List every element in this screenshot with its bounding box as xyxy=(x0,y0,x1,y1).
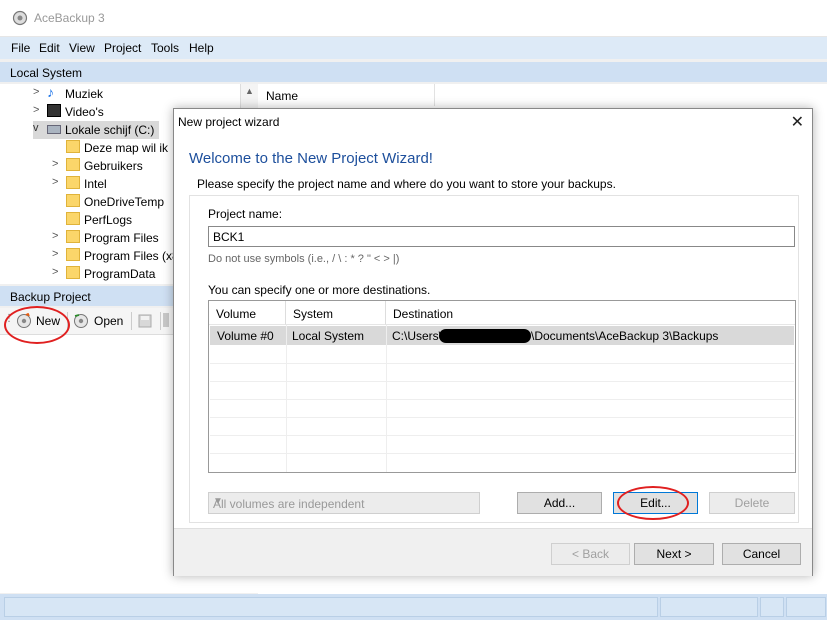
drive-icon xyxy=(47,125,61,134)
annotation-circle-new xyxy=(4,306,70,344)
destinations-table[interactable]: Volume System Destination Volume #0 Loca… xyxy=(208,300,796,473)
grid-line xyxy=(210,453,794,454)
chevron-right-icon[interactable]: > xyxy=(33,86,39,98)
row-volume: Volume #0 xyxy=(217,329,274,343)
tree-item-local-disk[interactable]: v Lokale schijf (C:) xyxy=(33,121,159,139)
chevron-down-icon[interactable]: v xyxy=(33,122,39,134)
menu-edit[interactable]: Edit xyxy=(39,41,60,55)
folder-icon xyxy=(66,248,80,261)
grid-line xyxy=(210,381,794,382)
status-panel xyxy=(786,597,826,617)
new-project-wizard-dialog: New project wizard ✕ Welcome to the New … xyxy=(173,108,813,576)
menu-file[interactable]: File xyxy=(11,41,30,55)
dialog-footer xyxy=(174,528,812,576)
column-header-system[interactable]: System xyxy=(286,301,386,325)
add-destination-button[interactable]: Add... xyxy=(517,492,602,514)
back-button[interactable]: < Back xyxy=(551,543,630,565)
destinations-label: You can specify one or more destinations… xyxy=(208,283,431,297)
dialog-title: New project wizard xyxy=(178,115,280,129)
scroll-up-icon[interactable]: ▲ xyxy=(245,86,254,96)
local-system-header: Local System xyxy=(0,62,827,82)
delete-destination-button[interactable]: Delete xyxy=(709,492,795,514)
folder-icon xyxy=(66,140,80,153)
status-panel xyxy=(660,597,758,617)
annotation-circle-edit xyxy=(617,486,689,520)
chevron-right-icon[interactable]: > xyxy=(52,248,58,260)
chevron-right-icon[interactable]: > xyxy=(52,266,58,278)
column-header-destination[interactable]: Destination xyxy=(386,301,795,325)
menu-tools[interactable]: Tools xyxy=(151,41,179,55)
table-row[interactable]: Volume #0 Local System C:\Users\ \Docume… xyxy=(210,326,794,345)
row-destination-end: \Documents\AceBackup 3\Backups xyxy=(531,329,719,343)
folder-icon xyxy=(66,230,80,243)
close-icon[interactable]: ✕ xyxy=(791,112,804,132)
column-divider xyxy=(434,84,435,106)
column-header-name[interactable]: Name xyxy=(266,89,298,103)
open-project-icon xyxy=(74,314,88,328)
menu-view[interactable]: View xyxy=(69,41,95,55)
column-header-volume[interactable]: Volume xyxy=(209,301,286,325)
status-panel xyxy=(760,597,784,617)
music-icon: ♪ xyxy=(47,84,54,100)
chevron-right-icon[interactable]: > xyxy=(52,230,58,242)
folder-icon xyxy=(66,266,80,279)
backup-project-title: Backup Project xyxy=(10,290,91,304)
app-icon xyxy=(12,10,28,26)
menu-bar: File Edit View Project Tools Help xyxy=(0,36,827,59)
next-button[interactable]: Next > xyxy=(634,543,714,565)
folder-icon xyxy=(66,176,80,189)
wizard-subtitle: Please specify the project name and wher… xyxy=(197,177,616,191)
row-destination-start: C:\Users\ xyxy=(392,329,443,343)
toolbar-separator xyxy=(131,312,132,330)
video-icon xyxy=(47,104,61,117)
status-bar xyxy=(0,594,827,620)
menu-help[interactable]: Help xyxy=(189,41,214,55)
redaction-mark xyxy=(439,329,531,343)
toolbar-more-button[interactable] xyxy=(163,311,173,331)
open-project-button[interactable]: Open xyxy=(71,311,127,331)
project-name-label: Project name: xyxy=(208,207,283,221)
chevron-right-icon[interactable]: > xyxy=(52,176,58,188)
chevron-down-icon: ▼ xyxy=(213,496,223,507)
folder-icon xyxy=(66,212,80,225)
grid-line xyxy=(210,417,794,418)
save-project-button[interactable] xyxy=(135,311,155,331)
wizard-heading: Welcome to the New Project Wizard! xyxy=(189,150,433,167)
project-name-hint: Do not use symbols (i.e., / \ : * ? " < … xyxy=(208,253,400,265)
grid-line xyxy=(210,399,794,400)
app-titlebar: AceBackup 3 xyxy=(0,0,827,36)
cancel-button[interactable]: Cancel xyxy=(722,543,801,565)
app-title: AceBackup 3 xyxy=(34,11,105,25)
grid-line xyxy=(210,363,794,364)
toolbar-separator xyxy=(160,312,161,330)
chevron-right-icon[interactable]: > xyxy=(52,158,58,170)
local-system-title: Local System xyxy=(10,66,83,80)
folder-icon xyxy=(66,194,80,207)
grid-line xyxy=(210,435,794,436)
chevron-right-icon[interactable]: > xyxy=(33,104,39,116)
folder-icon xyxy=(66,158,80,171)
volume-mode-select[interactable]: All volumes are independent ▼ xyxy=(208,492,480,514)
menu-project[interactable]: Project xyxy=(104,41,141,55)
save-icon xyxy=(138,314,152,328)
row-system: Local System xyxy=(292,329,365,343)
overflow-icon xyxy=(163,313,169,327)
status-panel xyxy=(4,597,658,617)
project-name-input[interactable] xyxy=(208,226,795,247)
